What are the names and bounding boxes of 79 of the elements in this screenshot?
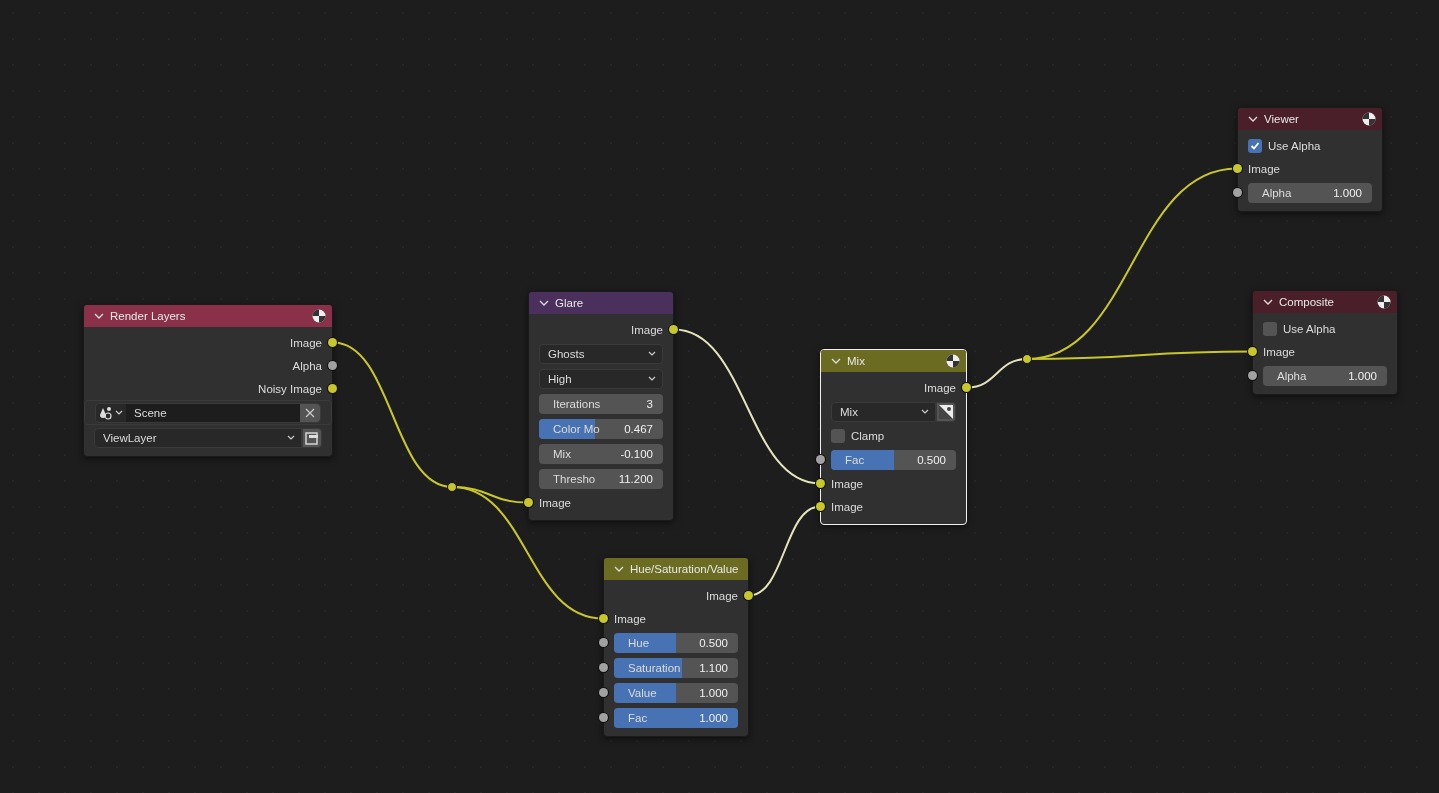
reroute-dot[interactable] (1022, 354, 1032, 364)
dropdown[interactable]: High (539, 368, 663, 389)
socket-dot[interactable] (816, 455, 825, 464)
socket-dot[interactable] (816, 502, 825, 511)
socket-dot[interactable] (599, 688, 608, 697)
node-header[interactable]: Composite (1253, 291, 1397, 313)
socket-dot[interactable] (1233, 164, 1242, 173)
dropdown[interactable]: Ghosts (539, 343, 663, 364)
slider-field[interactable]: Fac 0.500 (831, 449, 956, 470)
render-preview-icon[interactable] (946, 354, 960, 368)
dropdown[interactable]: ViewLayer (94, 427, 302, 448)
socket-label: Image (1263, 345, 1295, 358)
checkbox-label: Use Alpha (1283, 322, 1336, 335)
socket-dot[interactable] (599, 614, 608, 623)
socket-dot[interactable] (599, 713, 608, 722)
node-header[interactable]: Glare (529, 292, 673, 314)
checkbox-label: Use Alpha (1268, 139, 1321, 152)
slider-field[interactable]: Value 1.000 (614, 682, 738, 703)
node-title: Hue/Saturation/Value (630, 563, 740, 575)
dropdown[interactable]: Mix (831, 401, 936, 422)
slider-field[interactable]: Fac 1.000 (614, 707, 738, 728)
socket-dot[interactable] (1248, 371, 1257, 380)
render-layer-button[interactable] (302, 427, 322, 448)
node-title: Render Layers (110, 310, 187, 322)
socket-label: Image (539, 496, 571, 509)
checkbox[interactable] (831, 428, 845, 443)
reroute-dot[interactable] (447, 482, 457, 492)
socket-label: Image (631, 323, 663, 336)
socket-dot[interactable] (962, 383, 971, 392)
chevron-down-icon (287, 435, 295, 440)
socket-dot[interactable] (669, 325, 678, 334)
socket-dot[interactable] (744, 591, 753, 600)
number-field[interactable]: Thresho 11.200 (539, 468, 663, 489)
socket-dot[interactable] (328, 361, 337, 370)
chevron-down-icon[interactable] (539, 300, 549, 306)
chevron-down-icon[interactable] (94, 313, 104, 319)
socket-dot[interactable] (328, 338, 337, 347)
socket-label: Image (924, 381, 956, 394)
chevron-down-icon (648, 376, 656, 381)
socket-dot[interactable] (1233, 188, 1242, 197)
socket-label: Image (614, 612, 646, 625)
socket-label: Image (290, 336, 322, 349)
chevron-down-icon (921, 409, 929, 414)
socket-dot[interactable] (816, 479, 825, 488)
slider-field[interactable]: Saturation 1.100 (614, 657, 738, 678)
node-title: Viewer (1264, 113, 1300, 125)
number-field[interactable]: Iterations 3 (539, 393, 663, 414)
socket-dot[interactable] (328, 384, 337, 393)
socket-dot[interactable] (599, 638, 608, 647)
socket-label: Image (831, 477, 863, 490)
render-preview-icon[interactable] (1377, 295, 1391, 309)
socket-dot[interactable] (524, 498, 533, 507)
checkbox[interactable] (1263, 321, 1277, 336)
node-header[interactable]: Render Layers (84, 305, 332, 327)
node-title: Mix (847, 355, 866, 367)
node-title: Composite (1279, 296, 1335, 308)
number-field[interactable]: Alpha 1.000 (1248, 182, 1372, 203)
socket-label: Image (1248, 162, 1280, 175)
chevron-down-icon[interactable] (1263, 299, 1273, 305)
checkbox-label: Clamp (851, 429, 885, 442)
socket-label: Image (706, 589, 738, 602)
checkbox[interactable] (1248, 138, 1262, 153)
socket-label: Alpha (292, 359, 322, 372)
node-header[interactable]: Hue/Saturation/Value (604, 558, 748, 580)
socket-label: Image (831, 500, 863, 513)
socket-label: Noisy Image (258, 382, 322, 395)
chevron-down-icon[interactable] (1248, 116, 1258, 122)
number-field[interactable]: Mix -0.100 (539, 443, 663, 464)
node-header[interactable]: Viewer (1238, 108, 1382, 130)
render-preview-icon[interactable] (312, 309, 326, 323)
render-preview-icon[interactable] (1362, 112, 1376, 126)
chevron-down-icon (648, 351, 656, 356)
socket-dot[interactable] (599, 663, 608, 672)
node-header[interactable]: Mix (821, 350, 966, 372)
number-field[interactable]: Alpha 1.000 (1263, 365, 1387, 386)
slider-field[interactable]: Hue 0.500 (614, 632, 738, 653)
image-icon-button[interactable] (936, 401, 956, 422)
node-title: Glare (555, 297, 585, 309)
socket-dot[interactable] (1248, 347, 1257, 356)
